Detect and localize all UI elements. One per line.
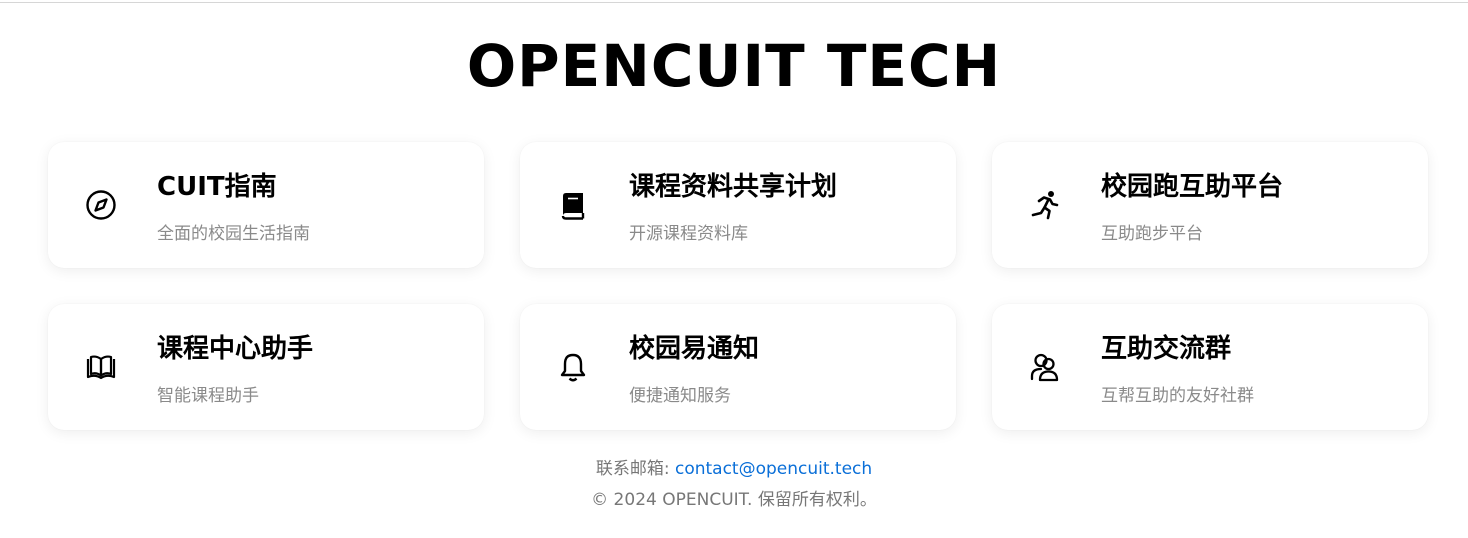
card-title: 课程资料共享计划 xyxy=(629,172,838,202)
contact-label: 联系邮箱: xyxy=(595,459,675,479)
page-title: OPENCUIT TECH xyxy=(466,32,1002,100)
book-icon xyxy=(556,188,590,222)
compass-icon xyxy=(84,188,118,222)
bell-icon xyxy=(556,350,590,384)
card-campus-run[interactable]: 校园跑互助平台 互助跑步平台 xyxy=(992,142,1428,268)
top-divider xyxy=(0,2,1468,3)
card-description: 互帮互助的友好社群 xyxy=(1101,386,1254,406)
card-title: 校园跑互助平台 xyxy=(1101,172,1284,202)
contact-email-link[interactable]: contact@opencuit.tech xyxy=(675,459,872,479)
card-title: 校园易通知 xyxy=(629,334,760,364)
card-description: 互助跑步平台 xyxy=(1101,224,1203,244)
copyright-text: © 2024 OPENCUIT. 保留所有权利。 xyxy=(591,490,877,510)
card-campus-notify[interactable]: 校园易通知 便捷通知服务 xyxy=(520,304,956,430)
card-community-group[interactable]: 互助交流群 互帮互助的友好社群 xyxy=(992,304,1428,430)
card-title: 课程中心助手 xyxy=(157,334,314,364)
card-title: CUIT指南 xyxy=(157,172,277,202)
running-person-icon xyxy=(1028,188,1062,222)
card-description: 全面的校园生活指南 xyxy=(157,224,310,244)
footer-contact: 联系邮箱: contact@opencuit.tech xyxy=(0,457,1468,481)
card-description: 智能课程助手 xyxy=(157,386,259,406)
card-course-assistant[interactable]: 课程中心助手 智能课程助手 xyxy=(48,304,484,430)
card-title: 互助交流群 xyxy=(1101,334,1232,364)
users-icon xyxy=(1028,350,1062,384)
open-book-icon xyxy=(84,350,118,384)
card-course-materials[interactable]: 课程资料共享计划 开源课程资料库 xyxy=(520,142,956,268)
card-description: 开源课程资料库 xyxy=(629,224,748,244)
card-description: 便捷通知服务 xyxy=(629,386,731,406)
card-cuit-guide[interactable]: CUIT指南 全面的校园生活指南 xyxy=(48,142,484,268)
